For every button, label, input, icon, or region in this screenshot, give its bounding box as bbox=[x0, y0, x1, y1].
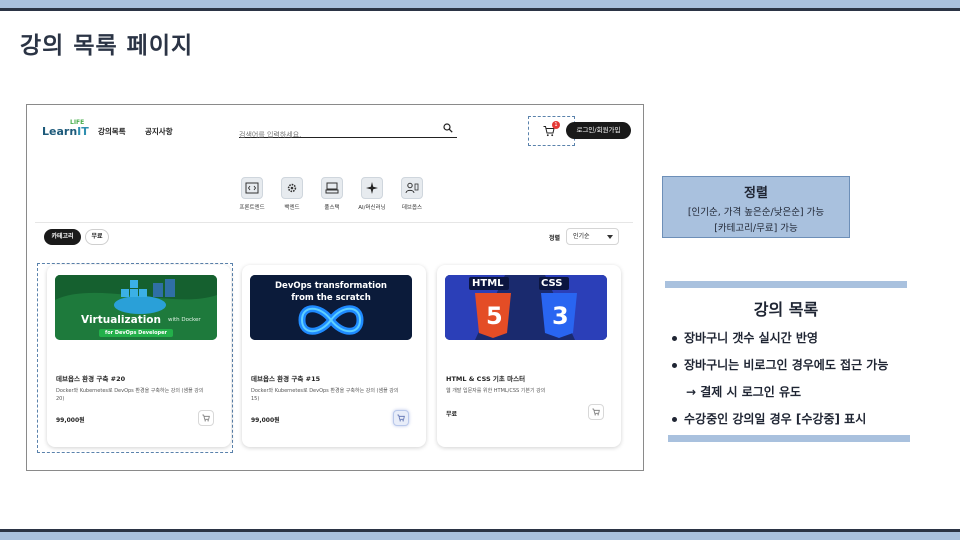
login-signup-button[interactable]: 로그인/회원가입 bbox=[566, 122, 631, 139]
bullet-dot bbox=[672, 417, 677, 422]
course-card[interactable]: HTML CSS 5 3 HTML & CSS 기초 마스터 웹 개발 입문자를… bbox=[437, 265, 621, 447]
top-stripe bbox=[0, 0, 960, 8]
search-bar bbox=[239, 122, 457, 142]
logo-suffix: IT bbox=[77, 125, 89, 138]
category-backend[interactable]: 백엔드 bbox=[279, 177, 305, 211]
arrow-note: → 결제 시 로그인 유도 bbox=[686, 385, 802, 399]
slide-title: 강의 목록 페이지 bbox=[20, 33, 194, 59]
add-to-cart-button[interactable] bbox=[588, 404, 604, 420]
bullet-text: 수강중인 강의일 경우 [수강중] 표시 bbox=[684, 412, 867, 426]
bullet-dot bbox=[672, 336, 677, 341]
thumb-html-label: HTML bbox=[472, 278, 504, 289]
code-icon bbox=[241, 177, 263, 199]
course-thumbnail: DevOps transformation from the scratch bbox=[250, 275, 412, 340]
sort-annotation-line: [인기순, 가격 높은순/낮은순] 가능 bbox=[687, 207, 825, 218]
thumb-title: Virtualization bbox=[81, 314, 162, 326]
category-devops[interactable]: 데브옵스 bbox=[399, 177, 425, 211]
html-css-shields-icon bbox=[445, 275, 607, 340]
course-price: 99,000원 bbox=[56, 417, 85, 424]
course-title: HTML & CSS 기초 마스터 bbox=[446, 375, 526, 383]
chevron-down-icon bbox=[607, 235, 613, 239]
thumb-css-number: 3 bbox=[552, 302, 569, 330]
thumb-tag: for DevOps Developer bbox=[99, 329, 173, 337]
add-to-cart-button[interactable] bbox=[198, 410, 214, 426]
add-to-cart-button[interactable] bbox=[393, 410, 409, 426]
course-thumbnail: Virtualization with Docker for DevOps De… bbox=[55, 275, 217, 340]
course-description: Docker와 Kubernetes로 DevOps 환경을 구축하는 강의 (… bbox=[251, 388, 399, 402]
category-frontend[interactable]: 프론트엔드 bbox=[239, 177, 265, 211]
section-bar-top bbox=[665, 281, 907, 288]
slide: 강의 목록 페이지 LearnIT LIFE 강의목록 공지사항 1 로그인/회… bbox=[0, 0, 960, 540]
course-price: 99,000원 bbox=[251, 417, 280, 424]
nav-notice[interactable]: 공지사항 bbox=[145, 126, 173, 137]
filter-free-button[interactable]: 무료 bbox=[85, 229, 109, 245]
sort-value: 인기순 bbox=[573, 233, 590, 240]
bullet-text: 장바구니 갯수 실시간 반영 bbox=[684, 331, 818, 345]
list-annotation-title: 강의 목록 bbox=[753, 300, 819, 319]
logo-prefix: Learn bbox=[42, 125, 78, 138]
course-card[interactable]: Virtualization with Docker for DevOps De… bbox=[47, 265, 231, 447]
sort-select[interactable]: 인기순 bbox=[566, 228, 619, 245]
logo-tag: LIFE bbox=[70, 119, 85, 126]
sparkle-icon bbox=[361, 177, 383, 199]
stack-icon bbox=[321, 177, 343, 199]
sort-annotation-line: [카테고리/무료] 가능 bbox=[714, 223, 798, 234]
course-description: 웹 개발 입문자를 위한 HTML/CSS 기본기 강의 bbox=[446, 388, 546, 394]
category-ai-ml[interactable]: AI/머신러닝 bbox=[358, 177, 386, 211]
filter-category-button[interactable]: 카테고리 bbox=[44, 229, 81, 245]
course-title: 데브옵스 환경 구축 #15 bbox=[251, 375, 321, 383]
course-thumbnail: HTML CSS 5 3 bbox=[445, 275, 607, 340]
course-card[interactable]: DevOps transformation from the scratch 데… bbox=[242, 265, 426, 447]
person-icon bbox=[401, 177, 423, 199]
thumb-title: DevOps transformation bbox=[275, 281, 387, 291]
thumb-html-number: 5 bbox=[486, 302, 503, 330]
thumb-subtitle: with Docker bbox=[168, 317, 201, 323]
app-screenshot: LearnIT LIFE 강의목록 공지사항 1 로그인/회원가입 bbox=[26, 104, 644, 471]
search-icon[interactable] bbox=[443, 123, 453, 133]
course-description: Docker와 Kubernetes로 DevOps 환경을 구축하는 강의 (… bbox=[56, 388, 204, 402]
top-line bbox=[0, 8, 960, 11]
cart-icon bbox=[202, 414, 210, 422]
nav-course-list[interactable]: 강의목록 bbox=[98, 126, 126, 137]
thumb-subtitle: from the scratch bbox=[291, 293, 371, 303]
category-fullstack[interactable]: 풀스택 bbox=[319, 177, 345, 211]
bullet-item: 장바구니 갯수 실시간 반영 bbox=[672, 329, 818, 346]
bottom-stripe bbox=[0, 532, 960, 540]
thumb-css-label: CSS bbox=[541, 278, 563, 289]
category-label: 데브옵스 bbox=[401, 205, 423, 211]
sort-label: 정렬 bbox=[549, 235, 561, 242]
course-price: 무료 bbox=[446, 411, 458, 418]
search-input[interactable] bbox=[239, 128, 429, 142]
section-bar-bottom bbox=[668, 435, 910, 442]
cart-badge: 1 bbox=[552, 121, 560, 129]
bullet-dot bbox=[672, 363, 677, 368]
sort-annotation-title: 정렬 bbox=[744, 186, 768, 201]
bullet-text: 장바구니는 비로그인 경우에도 접근 가능 bbox=[684, 358, 889, 372]
bullet-item: 장바구니는 비로그인 경우에도 접근 가능 bbox=[672, 356, 888, 373]
cart-icon bbox=[592, 408, 600, 416]
divider bbox=[35, 222, 633, 223]
course-title: 데브옵스 환경 구축 #20 bbox=[56, 375, 126, 383]
cart-icon bbox=[397, 414, 405, 422]
gear-icon bbox=[281, 177, 303, 199]
sort-annotation-box: 정렬 [인기순, 가격 높은순/낮은순] 가능 [카테고리/무료] 가능 bbox=[662, 176, 850, 238]
bullet-item: 수강중인 강의일 경우 [수강중] 표시 bbox=[672, 410, 866, 427]
logo[interactable]: LearnIT LIFE bbox=[42, 119, 89, 138]
